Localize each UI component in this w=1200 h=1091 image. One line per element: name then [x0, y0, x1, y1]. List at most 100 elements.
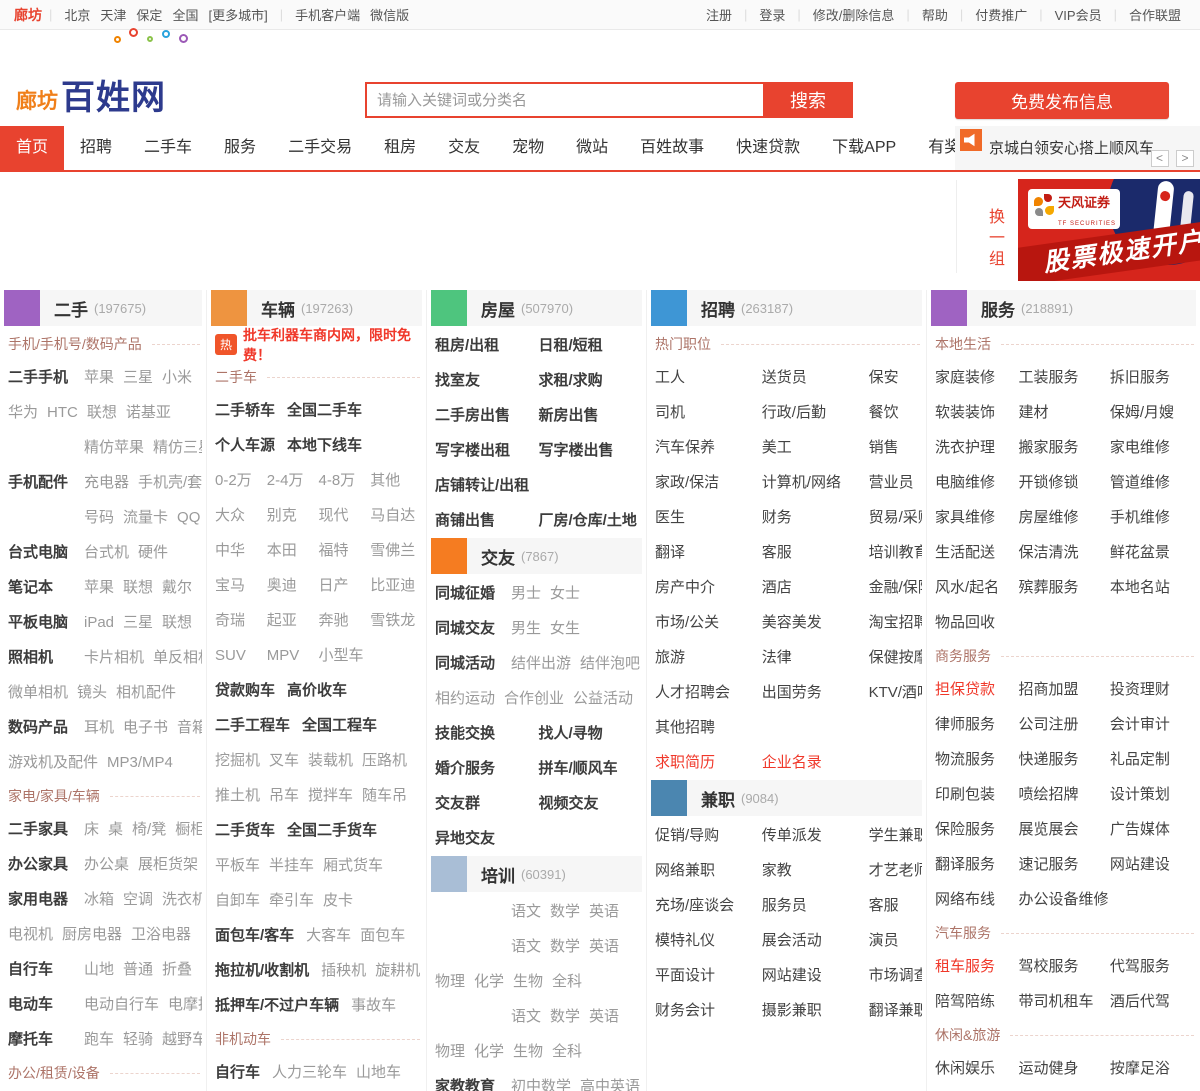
- category-link[interactable]: 拆旧服务: [1110, 360, 1196, 395]
- subcategory-link[interactable]: 搅拌车: [308, 787, 353, 804]
- subcategory-link[interactable]: QQ: [177, 509, 200, 526]
- category-link[interactable]: 二手家具: [8, 812, 72, 847]
- category-link[interactable]: 交友群: [435, 786, 539, 821]
- subcategory-link[interactable]: 语文: [511, 938, 541, 955]
- subcategory-link[interactable]: iPad: [84, 614, 114, 631]
- subcategory-link[interactable]: 插秧机: [321, 962, 366, 979]
- category-link[interactable]: 搬家服务: [1019, 430, 1110, 465]
- category-link[interactable]: 办公设备维修: [1019, 882, 1110, 917]
- category-link[interactable]: 视频交友: [539, 786, 643, 821]
- subcategory-link[interactable]: 联想: [162, 614, 192, 631]
- subcategory-link[interactable]: 苹果: [84, 579, 114, 596]
- category-link[interactable]: 房产中介: [655, 570, 762, 605]
- subcategory-link[interactable]: 合作创业: [504, 690, 564, 707]
- category-link[interactable]: 找室友: [435, 363, 539, 398]
- next-announcement-button[interactable]: >: [1176, 150, 1194, 167]
- category-link[interactable]: 0-2万: [215, 463, 267, 498]
- securities-ad[interactable]: 天风证券 TF SECURITIES 股票极速开户: [1018, 179, 1200, 281]
- subcategory-link[interactable]: 床: [84, 821, 99, 838]
- subcategory-link[interactable]: 联想: [87, 404, 117, 421]
- category-link[interactable]: 翻译: [655, 535, 762, 570]
- category-link[interactable]: 客服: [869, 888, 922, 923]
- category-link[interactable]: 日产: [319, 568, 371, 603]
- category-link[interactable]: 旅游: [655, 640, 762, 675]
- category-link[interactable]: 现代: [319, 498, 371, 533]
- subcategory-link[interactable]: 相机配件: [116, 684, 176, 701]
- category-link[interactable]: 速记服务: [1019, 847, 1110, 882]
- subcategory-link[interactable]: 装载机: [308, 752, 353, 769]
- category-link[interactable]: 法律: [762, 640, 869, 675]
- category-link[interactable]: 数码产品: [8, 710, 72, 745]
- subcategory-link[interactable]: 高中英语: [580, 1078, 640, 1091]
- subcategory-link[interactable]: 冰箱: [84, 891, 114, 908]
- category-link[interactable]: 技能交换: [435, 716, 539, 751]
- category-link[interactable]: 展览展会: [1019, 812, 1110, 847]
- subcategory-link[interactable]: 全科: [552, 973, 582, 990]
- topbar-link-VIP会员[interactable]: VIP会员: [1055, 5, 1102, 24]
- subcategory-link[interactable]: 橱柜: [175, 821, 202, 838]
- category-link[interactable]: 家电维修: [1110, 430, 1196, 465]
- category-link[interactable]: 比亚迪: [370, 568, 422, 603]
- category-link[interactable]: 网络布线: [935, 882, 1019, 917]
- subcategory-link[interactable]: 山地车: [356, 1064, 401, 1081]
- nav-item-二手车[interactable]: 二手车: [128, 126, 208, 170]
- category-link[interactable]: 服务员: [762, 888, 869, 923]
- city-link[interactable]: [更多城市]: [208, 8, 267, 23]
- category-link[interactable]: 自行车: [215, 1064, 260, 1081]
- category-link[interactable]: 保姆/月嫂: [1110, 395, 1196, 430]
- subcategory-link[interactable]: 叉车: [269, 752, 299, 769]
- category-link[interactable]: 奇瑞: [215, 603, 267, 638]
- nav-item-服务[interactable]: 服务: [208, 126, 272, 170]
- topbar-link-合作联盟[interactable]: 合作联盟: [1129, 5, 1181, 24]
- category-link[interactable]: 家用电器: [8, 882, 72, 917]
- nav-item-百姓故事[interactable]: 百姓故事: [624, 126, 720, 170]
- hot-promo-link[interactable]: 批车利器车商内网，限时免费！: [243, 325, 422, 365]
- category-link[interactable]: 演员: [869, 923, 922, 958]
- subcategory-link[interactable]: 空调: [123, 891, 153, 908]
- category-link[interactable]: 酒后代驾: [1110, 984, 1196, 1019]
- subcategory-link[interactable]: 随车吊: [362, 787, 407, 804]
- search-button[interactable]: 搜索: [763, 82, 853, 118]
- category-link[interactable]: 金融/保险: [869, 570, 922, 605]
- category-link[interactable]: 翻译兼职: [869, 993, 922, 1028]
- category-title-link[interactable]: 招聘: [701, 296, 735, 321]
- category-link[interactable]: 驾校服务: [1019, 949, 1110, 984]
- category-link[interactable]: 公司注册: [1019, 707, 1110, 742]
- publish-button[interactable]: 免费发布信息: [955, 82, 1169, 119]
- category-link[interactable]: 出国劳务: [762, 675, 869, 710]
- category-link[interactable]: 设计策划: [1110, 777, 1196, 812]
- current-city[interactable]: 廊坊: [14, 5, 42, 25]
- category-link[interactable]: 手机配件: [8, 465, 72, 500]
- category-link[interactable]: 销售: [869, 430, 922, 465]
- subcategory-link[interactable]: 大客车: [306, 927, 351, 944]
- category-link[interactable]: 陪驾陪练: [935, 984, 1019, 1019]
- subcategory-link[interactable]: 英语: [589, 1008, 619, 1025]
- category-link[interactable]: 新房出售: [539, 398, 643, 433]
- category-link[interactable]: 日租/短租: [539, 328, 643, 363]
- site-logo[interactable]: 廊坊 百姓网: [16, 28, 188, 119]
- category-link[interactable]: 管道维修: [1110, 465, 1196, 500]
- category-link[interactable]: 印刷包装: [935, 777, 1019, 812]
- category-link[interactable]: 雪佛兰: [370, 533, 422, 568]
- announcement-link[interactable]: 京城白领安心搭上顺风车: [989, 137, 1154, 158]
- category-link[interactable]: 模特礼仪: [655, 923, 762, 958]
- subcategory-link[interactable]: 生物: [513, 1043, 543, 1060]
- subcategory-link[interactable]: 普通: [123, 961, 153, 978]
- category-link[interactable]: 物流服务: [935, 742, 1019, 777]
- category-link[interactable]: 按摩足浴: [1110, 1051, 1196, 1086]
- category-link[interactable]: 本田: [267, 533, 319, 568]
- category-link[interactable]: 其他: [370, 463, 422, 498]
- subcategory-link[interactable]: 精仿苹果: [84, 439, 144, 456]
- category-link[interactable]: 风水/起名: [935, 570, 1019, 605]
- category-link[interactable]: 二手轿车: [215, 402, 275, 419]
- category-link[interactable]: 照相机: [8, 640, 72, 675]
- subcategory-link[interactable]: 牵引车: [269, 892, 314, 909]
- category-link[interactable]: 全国二手货车: [287, 822, 377, 839]
- category-link[interactable]: 雪铁龙: [370, 603, 422, 638]
- category-link[interactable]: 二手房出售: [435, 398, 539, 433]
- subcategory-link[interactable]: 精仿三星: [153, 439, 202, 456]
- category-link[interactable]: 招商加盟: [1019, 672, 1110, 707]
- subcategory-link[interactable]: 男生: [511, 620, 541, 637]
- category-link[interactable]: 行政/后勤: [762, 395, 869, 430]
- category-link[interactable]: 面包车/客车: [215, 927, 294, 944]
